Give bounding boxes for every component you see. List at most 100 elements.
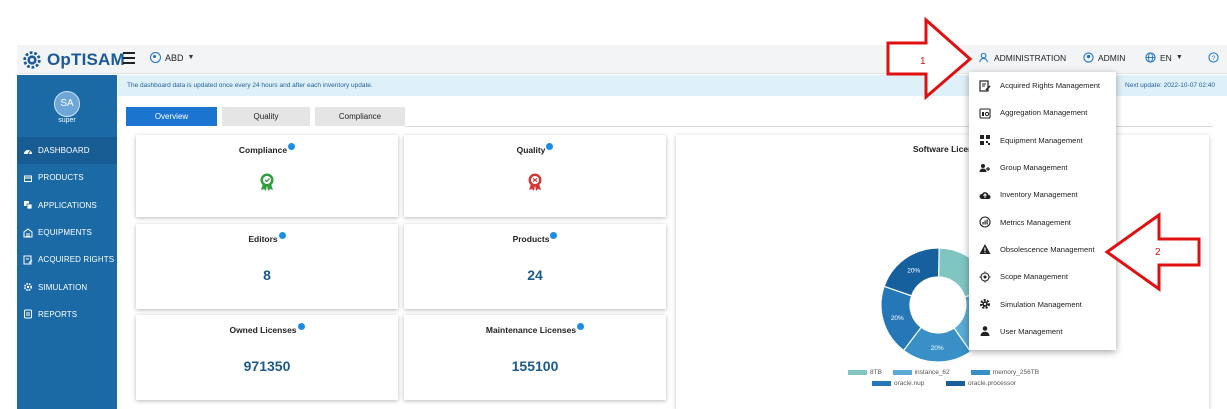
compliance-ok-icon <box>260 173 274 191</box>
sidebar-item-label: DASHBOARD <box>38 146 90 156</box>
metrics-icon <box>979 216 991 228</box>
scope-icon <box>979 271 991 283</box>
menu-item-equipment-management[interactable]: Equipment Management <box>969 127 1116 154</box>
acquired-rights-icon <box>23 255 33 265</box>
sidebar-item-label: SIMULATION <box>38 282 88 292</box>
quality-card-title: Quality <box>516 145 546 155</box>
legend-swatch <box>848 370 867 375</box>
menu-item-label: Scope Management <box>1000 272 1068 282</box>
help-button[interactable]: ? <box>1208 52 1219 63</box>
sidebar-item-label: PRODUCTS <box>38 173 84 183</box>
tab-quality[interactable]: Quality <box>222 107 310 126</box>
admin-users-icon <box>979 52 988 63</box>
products-card[interactable]: Products 24 <box>404 224 666 309</box>
sidebar-item-equipments[interactable]: EQUIPMENTS <box>17 219 117 246</box>
help-icon: ? <box>1208 52 1219 63</box>
donut-slice-label: 20% <box>931 345 944 352</box>
page-root: OpTISAM ABD ▼ ADMINISTRATION ADMIN EN ▼ … <box>0 0 1227 409</box>
top-bar: OpTISAM ABD ▼ ADMINISTRATION ADMIN EN ▼ … <box>17 45 1227 74</box>
menu-toggle-icon[interactable] <box>123 52 135 64</box>
sidebar-item-products[interactable]: PRODUCTS <box>17 164 117 191</box>
avatar-name: super <box>58 117 76 124</box>
menu-item-scope-management[interactable]: Scope Management <box>969 263 1116 290</box>
menu-item-user-management[interactable]: User Management <box>969 318 1116 345</box>
globe-icon <box>1145 52 1156 63</box>
owned-licenses-count: 971350 <box>243 358 291 374</box>
language-selector[interactable]: EN ▼ <box>1145 52 1183 63</box>
aggregation-icon <box>979 107 991 119</box>
legend-item[interactable]: 8TB <box>848 369 882 376</box>
products-card-title: Products <box>512 234 550 244</box>
editors-card-title: Editors <box>248 234 278 244</box>
tab-overview[interactable]: Overview <box>126 107 217 126</box>
legend-label: memory_256TB <box>992 369 1040 376</box>
compliance-card[interactable]: Compliance <box>136 135 398 217</box>
products-icon <box>23 173 33 183</box>
legend-item[interactable]: instance_62 <box>892 369 950 376</box>
administration-dropdown-menu: Acquired Rights Management Aggregation M… <box>969 72 1116 350</box>
owned-licenses-card[interactable]: Owned Licenses 971350 <box>136 315 398 400</box>
chevron-down-icon: ▼ <box>1175 54 1183 61</box>
legend-swatch <box>970 370 990 375</box>
scope-selector[interactable]: ABD ▼ <box>150 52 194 63</box>
sidebar-item-simulation[interactable]: SIMULATION <box>17 273 117 300</box>
reports-icon <box>23 309 33 319</box>
info-icon[interactable] <box>577 323 585 330</box>
sidebar-item-dashboard[interactable]: DASHBOARD <box>17 137 117 165</box>
user-menu-button[interactable]: ADMIN <box>1083 52 1125 63</box>
maintenance-licenses-card-title: Maintenance Licenses <box>485 325 577 335</box>
gear-icon <box>979 298 991 310</box>
logo[interactable]: OpTISAM <box>21 48 125 72</box>
chart-title: Software Licence Comp <box>912 144 1010 154</box>
sidebar-item-reports[interactable]: REPORTS <box>17 301 117 328</box>
sidebar-item-applications[interactable]: APPLICATIONS <box>17 192 117 219</box>
info-icon[interactable] <box>278 232 286 239</box>
sidebar-item-acquired-rights[interactable]: ACQUIRED RIGHTS <box>17 246 117 273</box>
administration-label: ADMINISTRATION <box>994 52 1067 63</box>
legend-swatch <box>892 370 912 375</box>
maintenance-licenses-card[interactable]: Maintenance Licenses 155100 <box>404 315 666 400</box>
applications-icon <box>23 200 33 210</box>
editors-card[interactable]: Editors 8 <box>136 224 398 309</box>
quality-card[interactable]: Quality <box>404 135 666 217</box>
menu-item-inventory-management[interactable]: Inventory Management <box>969 181 1116 208</box>
maintenance-licenses-count: 155100 <box>511 358 559 374</box>
legend-swatch <box>872 381 891 386</box>
menu-item-label: Aggregation Management <box>1000 108 1088 118</box>
menu-item-obsolescence-management[interactable]: Obsolescence Management <box>969 236 1116 263</box>
sidebar-item-label: EQUIPMENTS <box>38 228 92 238</box>
menu-item-label: Metrics Management <box>1000 217 1071 227</box>
scope-label: ABD <box>165 52 184 63</box>
menu-item-acquired-rights-management[interactable]: Acquired Rights Management <box>969 72 1116 99</box>
annotation-number-2: 2 <box>1155 247 1161 258</box>
compliance-card-title: Compliance <box>238 145 288 155</box>
sidebar-item-label: APPLICATIONS <box>38 200 97 210</box>
info-icon[interactable] <box>288 143 296 150</box>
owned-licenses-card-title: Owned Licenses <box>229 325 297 335</box>
avatar[interactable]: SA <box>54 91 80 117</box>
menu-item-simulation-management[interactable]: Simulation Management <box>969 290 1116 317</box>
info-icon[interactable] <box>297 323 305 330</box>
legend-item[interactable]: oracle.processor <box>946 380 1016 387</box>
administration-menu-button[interactable]: ADMINISTRATION <box>979 52 1066 63</box>
tab-compliance[interactable]: Compliance <box>315 107 405 126</box>
legend-label: instance_62 <box>914 369 950 376</box>
scope-icon <box>150 52 161 63</box>
warning-icon <box>979 243 991 255</box>
sidebar-nav: DASHBOARD PRODUCTS APPLICATIONS EQUIPMEN… <box>17 137 117 328</box>
legend-item[interactable]: oracle.nup <box>872 380 924 387</box>
menu-item-label: Simulation Management <box>1000 299 1082 309</box>
menu-item-label: Acquired Rights Management <box>1000 81 1101 91</box>
menu-item-aggregation-management[interactable]: Aggregation Management <box>969 99 1116 126</box>
user-icon <box>979 325 991 337</box>
menu-item-label: Equipment Management <box>1000 135 1083 145</box>
cloud-upload-icon <box>979 189 991 201</box>
menu-item-group-management[interactable]: Group Management <box>969 154 1116 181</box>
legend-label: oracle.processor <box>968 380 1017 387</box>
sidebar: SA super DASHBOARD PRODUCTS APPLICATIONS… <box>17 75 117 409</box>
info-icon[interactable] <box>550 232 558 239</box>
info-icon[interactable] <box>546 143 554 150</box>
annotation-number-1: 1 <box>920 56 926 67</box>
legend-item[interactable]: memory_256TB <box>970 369 1040 376</box>
menu-item-metrics-management[interactable]: Metrics Management <box>969 208 1116 235</box>
